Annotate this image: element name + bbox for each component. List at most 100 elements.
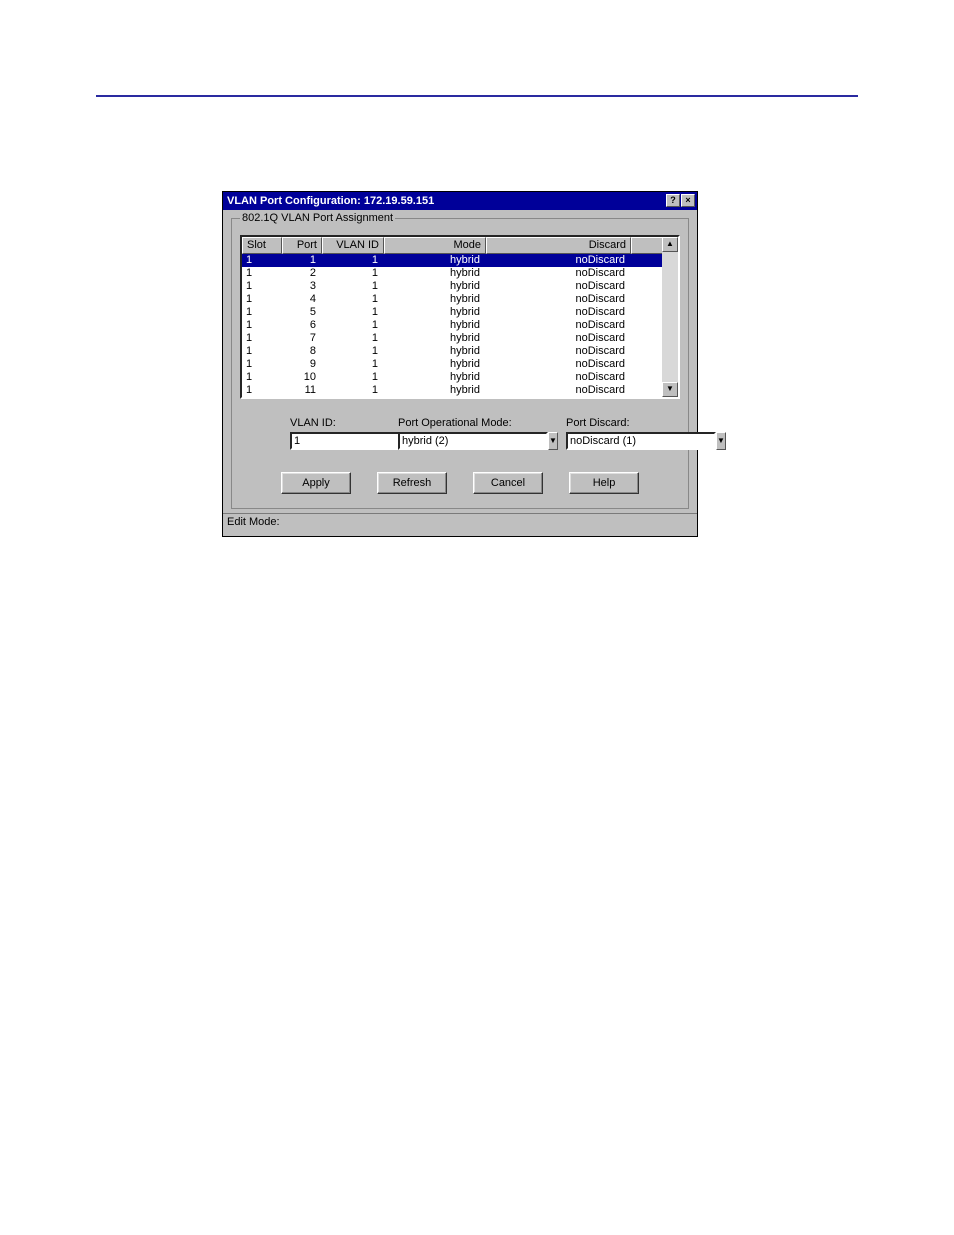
table-cell: hybrid <box>384 332 486 345</box>
table-cell: 11 <box>282 384 322 397</box>
table-cell: 1 <box>242 332 282 345</box>
close-icon[interactable]: × <box>681 194 695 207</box>
table-cell: hybrid <box>384 384 486 397</box>
table-row[interactable]: 181hybridnoDiscard <box>242 345 678 358</box>
table-cell: noDiscard <box>486 254 631 267</box>
table-cell: 1 <box>322 332 384 345</box>
table-cell: 2 <box>282 267 322 280</box>
table-cell: 3 <box>282 280 322 293</box>
table-cell: 1 <box>322 345 384 358</box>
table-cell: 1 <box>242 384 282 397</box>
col-discard[interactable]: Discard <box>486 237 631 254</box>
table-cell: 1 <box>322 319 384 332</box>
table-cell: hybrid <box>384 358 486 371</box>
table-row[interactable]: 161hybridnoDiscard <box>242 319 678 332</box>
vlan-port-config-dialog: VLAN Port Configuration: 172.19.59.151 ?… <box>222 191 698 537</box>
col-vlanid[interactable]: VLAN ID <box>322 237 384 254</box>
table-cell: hybrid <box>384 345 486 358</box>
table-cell: noDiscard <box>486 293 631 306</box>
table-cell: 8 <box>282 345 322 358</box>
table-cell: noDiscard <box>486 384 631 397</box>
table-row[interactable]: 171hybridnoDiscard <box>242 332 678 345</box>
opmode-label: Port Operational Mode: <box>398 417 526 429</box>
table-cell: hybrid <box>384 371 486 384</box>
scroll-down-icon[interactable]: ▼ <box>662 382 678 397</box>
table-cell: noDiscard <box>486 280 631 293</box>
table-cell: hybrid <box>384 280 486 293</box>
scroll-up-icon[interactable]: ▲ <box>662 237 678 252</box>
table-cell: noDiscard <box>486 371 631 384</box>
table-cell: 1 <box>322 267 384 280</box>
col-port[interactable]: Port <box>282 237 322 254</box>
table-cell: hybrid <box>384 306 486 319</box>
opmode-input[interactable] <box>398 432 548 450</box>
opmode-dropdown-icon[interactable]: ▼ <box>548 432 558 450</box>
table-cell: 1 <box>242 293 282 306</box>
groupbox-title: 802.1Q VLAN Port Assignment <box>240 212 395 224</box>
table-cell: noDiscard <box>486 319 631 332</box>
table-cell: 5 <box>282 306 322 319</box>
table-vscrollbar[interactable]: ▲ ▼ <box>662 237 678 397</box>
page-divider <box>96 95 858 97</box>
table-row[interactable]: 121hybridnoDiscard <box>242 267 678 280</box>
table-cell: 1 <box>242 319 282 332</box>
table-row[interactable]: 131hybridnoDiscard <box>242 280 678 293</box>
apply-button[interactable]: Apply <box>281 472 351 494</box>
table-row[interactable]: 1111hybridnoDiscard <box>242 384 678 397</box>
table-cell: 1 <box>322 358 384 371</box>
help-icon[interactable]: ? <box>666 194 680 207</box>
table-cell: noDiscard <box>486 332 631 345</box>
table-cell: noDiscard <box>486 358 631 371</box>
table-cell: 6 <box>282 319 322 332</box>
port-assignment-group: 802.1Q VLAN Port Assignment Slot Port VL… <box>231 218 689 509</box>
col-slot[interactable]: Slot <box>242 237 282 254</box>
table-cell: noDiscard <box>486 345 631 358</box>
table-cell: 1 <box>242 280 282 293</box>
table-row[interactable]: 141hybridnoDiscard <box>242 293 678 306</box>
scroll-track[interactable] <box>662 252 678 382</box>
table-cell: 10 <box>282 371 322 384</box>
discard-input[interactable] <box>566 432 716 450</box>
statusbar: Edit Mode: <box>223 513 697 536</box>
status-text: Edit Mode: <box>227 516 280 528</box>
table-cell: 1 <box>282 254 322 267</box>
port-assignment-table[interactable]: Slot Port VLAN ID Mode Discard 111hybrid… <box>240 235 680 399</box>
table-cell: noDiscard <box>486 267 631 280</box>
titlebar: VLAN Port Configuration: 172.19.59.151 ?… <box>223 192 697 210</box>
table-cell: 1 <box>242 267 282 280</box>
vlanid-field: VLAN ID: ▼ <box>290 417 358 450</box>
table-cell: 1 <box>322 306 384 319</box>
vlanid-label: VLAN ID: <box>290 417 358 429</box>
table-cell: 1 <box>322 384 384 397</box>
cancel-button[interactable]: Cancel <box>473 472 543 494</box>
refresh-button[interactable]: Refresh <box>377 472 447 494</box>
window-title: VLAN Port Configuration: 172.19.59.151 <box>227 195 434 207</box>
table-cell: noDiscard <box>486 306 631 319</box>
table-cell: 1 <box>322 254 384 267</box>
table-cell: 1 <box>322 293 384 306</box>
table-row[interactable]: 151hybridnoDiscard <box>242 306 678 319</box>
table-cell: 1 <box>242 306 282 319</box>
table-cell: 4 <box>282 293 322 306</box>
discard-field: Port Discard: ▼ <box>566 417 698 450</box>
table-cell: 1 <box>242 254 282 267</box>
table-cell: 1 <box>242 358 282 371</box>
table-cell: 7 <box>282 332 322 345</box>
table-row[interactable]: 1101hybridnoDiscard <box>242 371 678 384</box>
discard-label: Port Discard: <box>566 417 698 429</box>
opmode-field: Port Operational Mode: ▼ <box>398 417 526 450</box>
table-cell: hybrid <box>384 293 486 306</box>
help-button[interactable]: Help <box>569 472 639 494</box>
table-cell: hybrid <box>384 254 486 267</box>
table-cell: 1 <box>322 280 384 293</box>
col-mode[interactable]: Mode <box>384 237 486 254</box>
discard-dropdown-icon[interactable]: ▼ <box>716 432 726 450</box>
table-cell: hybrid <box>384 267 486 280</box>
table-header-row: Slot Port VLAN ID Mode Discard <box>242 237 678 254</box>
table-row[interactable]: 191hybridnoDiscard <box>242 358 678 371</box>
table-cell: 1 <box>322 371 384 384</box>
table-cell: 1 <box>242 371 282 384</box>
table-row[interactable]: 111hybridnoDiscard <box>242 254 678 267</box>
table-cell: 1 <box>242 345 282 358</box>
table-cell: 9 <box>282 358 322 371</box>
